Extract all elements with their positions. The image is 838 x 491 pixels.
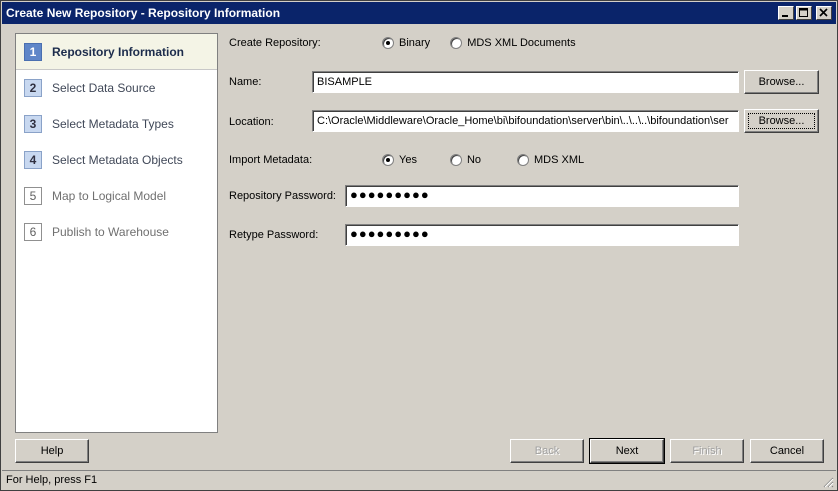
retype-password-label: Retype Password: [229, 229, 319, 241]
mds-xml-documents-radio[interactable]: MDS XML Documents [450, 37, 576, 49]
radio-unselected-icon [517, 154, 530, 166]
create-repository-options: Binary MDS XML Documents [382, 37, 576, 49]
radio-selected-icon [382, 154, 394, 166]
import-metadata-options: Yes No MDS XML [382, 154, 584, 166]
close-button[interactable] [816, 6, 832, 20]
step-number: 4 [24, 151, 42, 169]
radio-unselected-icon [450, 37, 463, 49]
cancel-button[interactable]: Cancel [750, 439, 824, 463]
step-number: 3 [24, 115, 42, 133]
mds-xml-radio-label: MDS XML [534, 154, 585, 166]
resize-grip-icon[interactable] [822, 476, 834, 488]
import-metadata-label: Import Metadata: [229, 154, 313, 166]
step-label: Map to Logical Model [52, 189, 167, 203]
yes-radio[interactable]: Yes [382, 154, 417, 166]
back-button[interactable]: Back [510, 439, 584, 463]
close-icon [819, 8, 828, 17]
status-bar: For Help, press F1 [2, 470, 836, 490]
next-button[interactable]: Next [589, 438, 665, 464]
wizard-window: Create New Repository - Repository Infor… [0, 0, 838, 491]
title-buttons [778, 6, 832, 20]
create-repository-label: Create Repository: [229, 37, 321, 49]
help-button[interactable]: Help [15, 439, 89, 463]
step-number: 6 [24, 223, 42, 241]
mds-xml-radio[interactable]: MDS XML [517, 154, 584, 166]
step-select-data-source[interactable]: 2 Select Data Source [16, 70, 217, 106]
step-select-metadata-objects[interactable]: 4 Select Metadata Objects [16, 142, 217, 178]
title-bar[interactable]: Create New Repository - Repository Infor… [2, 2, 836, 24]
location-input[interactable]: C:\Oracle\Middleware\Oracle_Home\bi\bifo… [312, 110, 739, 132]
step-repository-information[interactable]: 1 Repository Information [16, 34, 217, 70]
minimize-button[interactable] [778, 6, 794, 20]
step-label: Select Metadata Objects [52, 153, 183, 167]
browse-location-button[interactable]: Browse... [744, 109, 819, 133]
no-radio[interactable]: No [449, 154, 482, 166]
status-text: For Help, press F1 [6, 474, 98, 486]
name-label: Name: [229, 76, 262, 88]
step-number: 5 [24, 187, 42, 205]
step-label: Publish to Warehouse [52, 225, 169, 239]
radio-selected-icon [382, 37, 394, 49]
repository-password-input[interactable]: ●●●●●●●●● [345, 185, 739, 207]
mds-xml-documents-radio-label: MDS XML Documents [467, 37, 576, 49]
window-title: Create New Repository - Repository Infor… [6, 6, 281, 20]
step-number: 2 [24, 79, 42, 97]
step-select-metadata-types[interactable]: 3 Select Metadata Types [16, 106, 217, 142]
step-number: 1 [24, 42, 42, 61]
retype-password-input[interactable]: ●●●●●●●●● [345, 224, 739, 246]
location-label: Location: [229, 116, 274, 128]
repository-password-label: Repository Password: [229, 190, 336, 202]
binary-radio[interactable]: Binary [382, 37, 430, 49]
maximize-button[interactable] [796, 6, 812, 20]
binary-radio-label: Binary [399, 37, 431, 49]
step-label: Select Data Source [52, 81, 156, 95]
minimize-icon [782, 15, 788, 17]
finish-button[interactable]: Finish [670, 439, 744, 463]
yes-radio-label: Yes [399, 154, 417, 166]
maximize-icon [799, 8, 808, 17]
step-label: Select Metadata Types [52, 117, 174, 131]
no-radio-label: No [466, 154, 482, 166]
step-label: Repository Information [52, 44, 185, 59]
radio-unselected-icon [449, 154, 462, 166]
wizard-steps-panel: 1 Repository Information 2 Select Data S… [15, 33, 218, 433]
browse-name-button[interactable]: Browse... [744, 70, 819, 94]
step-publish-to-warehouse[interactable]: 6 Publish to Warehouse [16, 214, 217, 250]
name-input[interactable]: BISAMPLE [312, 71, 739, 93]
step-map-to-logical-model[interactable]: 5 Map to Logical Model [16, 178, 217, 214]
